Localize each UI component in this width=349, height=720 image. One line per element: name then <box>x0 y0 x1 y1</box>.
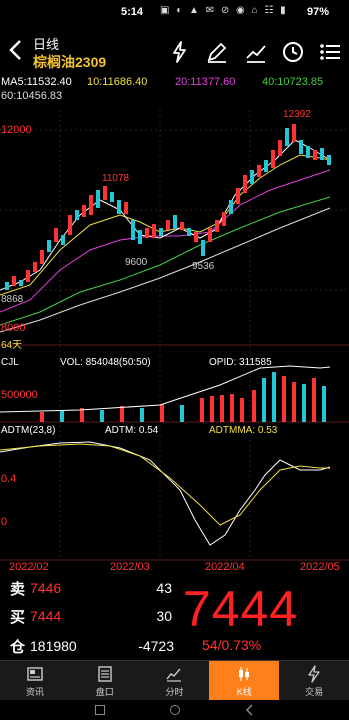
tab-timeshare-label: 分时 <box>165 687 184 697</box>
tab-kline-label: K线 <box>236 687 252 697</box>
adtm-axis-top: 0.4 <box>1 473 17 485</box>
price-axis-bottom: 8000 <box>1 322 26 334</box>
kline-chart[interactable] <box>0 100 349 580</box>
date-label-1: 2022/02 <box>9 561 49 573</box>
price-change: 54/0.73% <box>202 637 262 653</box>
ma20-value: 20:11377.60 <box>175 76 236 88</box>
status-icons: ▣ ◐ ▲ ✉ ⊘ ◉ ⌂ ☷ ▮ <box>160 5 288 16</box>
tab-orderbook-label: 盘口 <box>95 687 114 697</box>
adtm-panel-name[interactable]: ADTM(23,8) <box>1 425 55 436</box>
buy-label: 买 <box>10 609 26 626</box>
left-price-label: 8868 <box>1 294 24 305</box>
timeshare-icon <box>166 668 182 682</box>
candles <box>5 124 331 290</box>
news-icon <box>27 667 43 681</box>
sell-qty: 43 <box>156 580 172 596</box>
ma40-value: 40:10723.85 <box>262 76 324 88</box>
lightning-icon[interactable] <box>168 40 192 64</box>
tab-news[interactable]: 资讯 <box>0 661 70 700</box>
low-price-label-2: 9536 <box>192 261 215 272</box>
status-time: 5:14 <box>121 6 144 18</box>
sell-price: 7446 <box>30 580 62 596</box>
date-label-3: 2022/04 <box>205 561 245 573</box>
date-label-2: 2022/03 <box>110 561 150 573</box>
adtmma-value: ADTMMA: 0.53 <box>209 425 278 436</box>
price-axis-top: 12000 <box>1 124 32 136</box>
sell-row[interactable]: 卖 7446 43 <box>0 578 180 600</box>
low-price-label-1: 9600 <box>125 257 148 268</box>
oi-label: 仓 <box>10 639 26 656</box>
adtmma-line <box>0 443 330 526</box>
tab-news-label: 资讯 <box>25 687 44 697</box>
tab-trade[interactable]: 交易 <box>279 661 349 700</box>
opid-value: OPID: 311585 <box>209 357 272 368</box>
high-price-label: 12392 <box>283 109 311 120</box>
last-price: 7444 <box>183 581 299 637</box>
nav-bar: 日线 棕榈油2309 <box>0 26 349 72</box>
peak-price-label: 11078 <box>102 173 130 184</box>
sell-label: 卖 <box>10 581 26 598</box>
trade-icon <box>308 665 320 683</box>
back-icon[interactable] <box>6 38 26 62</box>
volume-panel-name[interactable]: CJL <box>1 357 19 368</box>
battery-level: 97% <box>307 6 330 18</box>
ma5-value: MA5:11532.40 <box>1 76 72 88</box>
volume-bars <box>0 365 331 422</box>
ma60-line <box>0 207 331 333</box>
tab-trade-label: 交易 <box>305 687 324 697</box>
ma10-line <box>0 154 331 296</box>
pen-icon[interactable] <box>205 40 229 64</box>
system-nav-bar <box>0 700 349 720</box>
day-count-label: 64天 <box>1 340 23 351</box>
volume-axis: 500000 <box>1 389 38 401</box>
adtm-value: ADTM: 0.54 <box>105 425 159 436</box>
clock-icon[interactable] <box>281 40 305 64</box>
quote-panel: 卖 7446 43 买 7444 30 仓 181980 -4723 7444 … <box>0 578 349 660</box>
adtm-line <box>0 441 331 546</box>
date-label-4: 2022/05 <box>300 561 340 573</box>
open-interest-row: 仓 181980 -4723 <box>0 636 200 658</box>
oi-value: 181980 <box>30 638 77 654</box>
ma5-line <box>0 139 331 291</box>
back-nav-icon[interactable] <box>244 704 256 716</box>
bottom-tab-bar: 资讯 盘口 分时 K线 交易 <box>0 660 349 700</box>
trend-icon[interactable] <box>244 40 268 64</box>
ma40-line <box>0 196 331 326</box>
buy-price: 7444 <box>30 608 62 624</box>
page-title: 日线 <box>33 37 60 52</box>
contract-name[interactable]: 棕榈油2309 <box>33 52 106 72</box>
volume-value: VOL: 854048(50:50) <box>60 357 151 368</box>
oi-change: -4723 <box>138 638 174 654</box>
menu-icon[interactable] <box>318 40 342 64</box>
ma10-value: 10:11686.40 <box>87 76 148 88</box>
tab-kline[interactable]: K线 <box>209 661 280 700</box>
recents-icon[interactable] <box>95 705 105 715</box>
tab-orderbook[interactable]: 盘口 <box>70 661 140 700</box>
kline-icon <box>239 667 250 681</box>
tab-timeshare[interactable]: 分时 <box>140 661 210 700</box>
adtm-axis-bottom: 0 <box>1 516 8 528</box>
buy-row[interactable]: 买 7444 30 <box>0 606 180 628</box>
home-icon[interactable] <box>170 705 180 715</box>
orderbook-icon <box>97 666 112 682</box>
status-bar: 5:14 ▣ ◐ ▲ ✉ ⊘ ◉ ⌂ ☷ ▮ 97% <box>0 0 349 24</box>
buy-qty: 30 <box>156 608 172 624</box>
